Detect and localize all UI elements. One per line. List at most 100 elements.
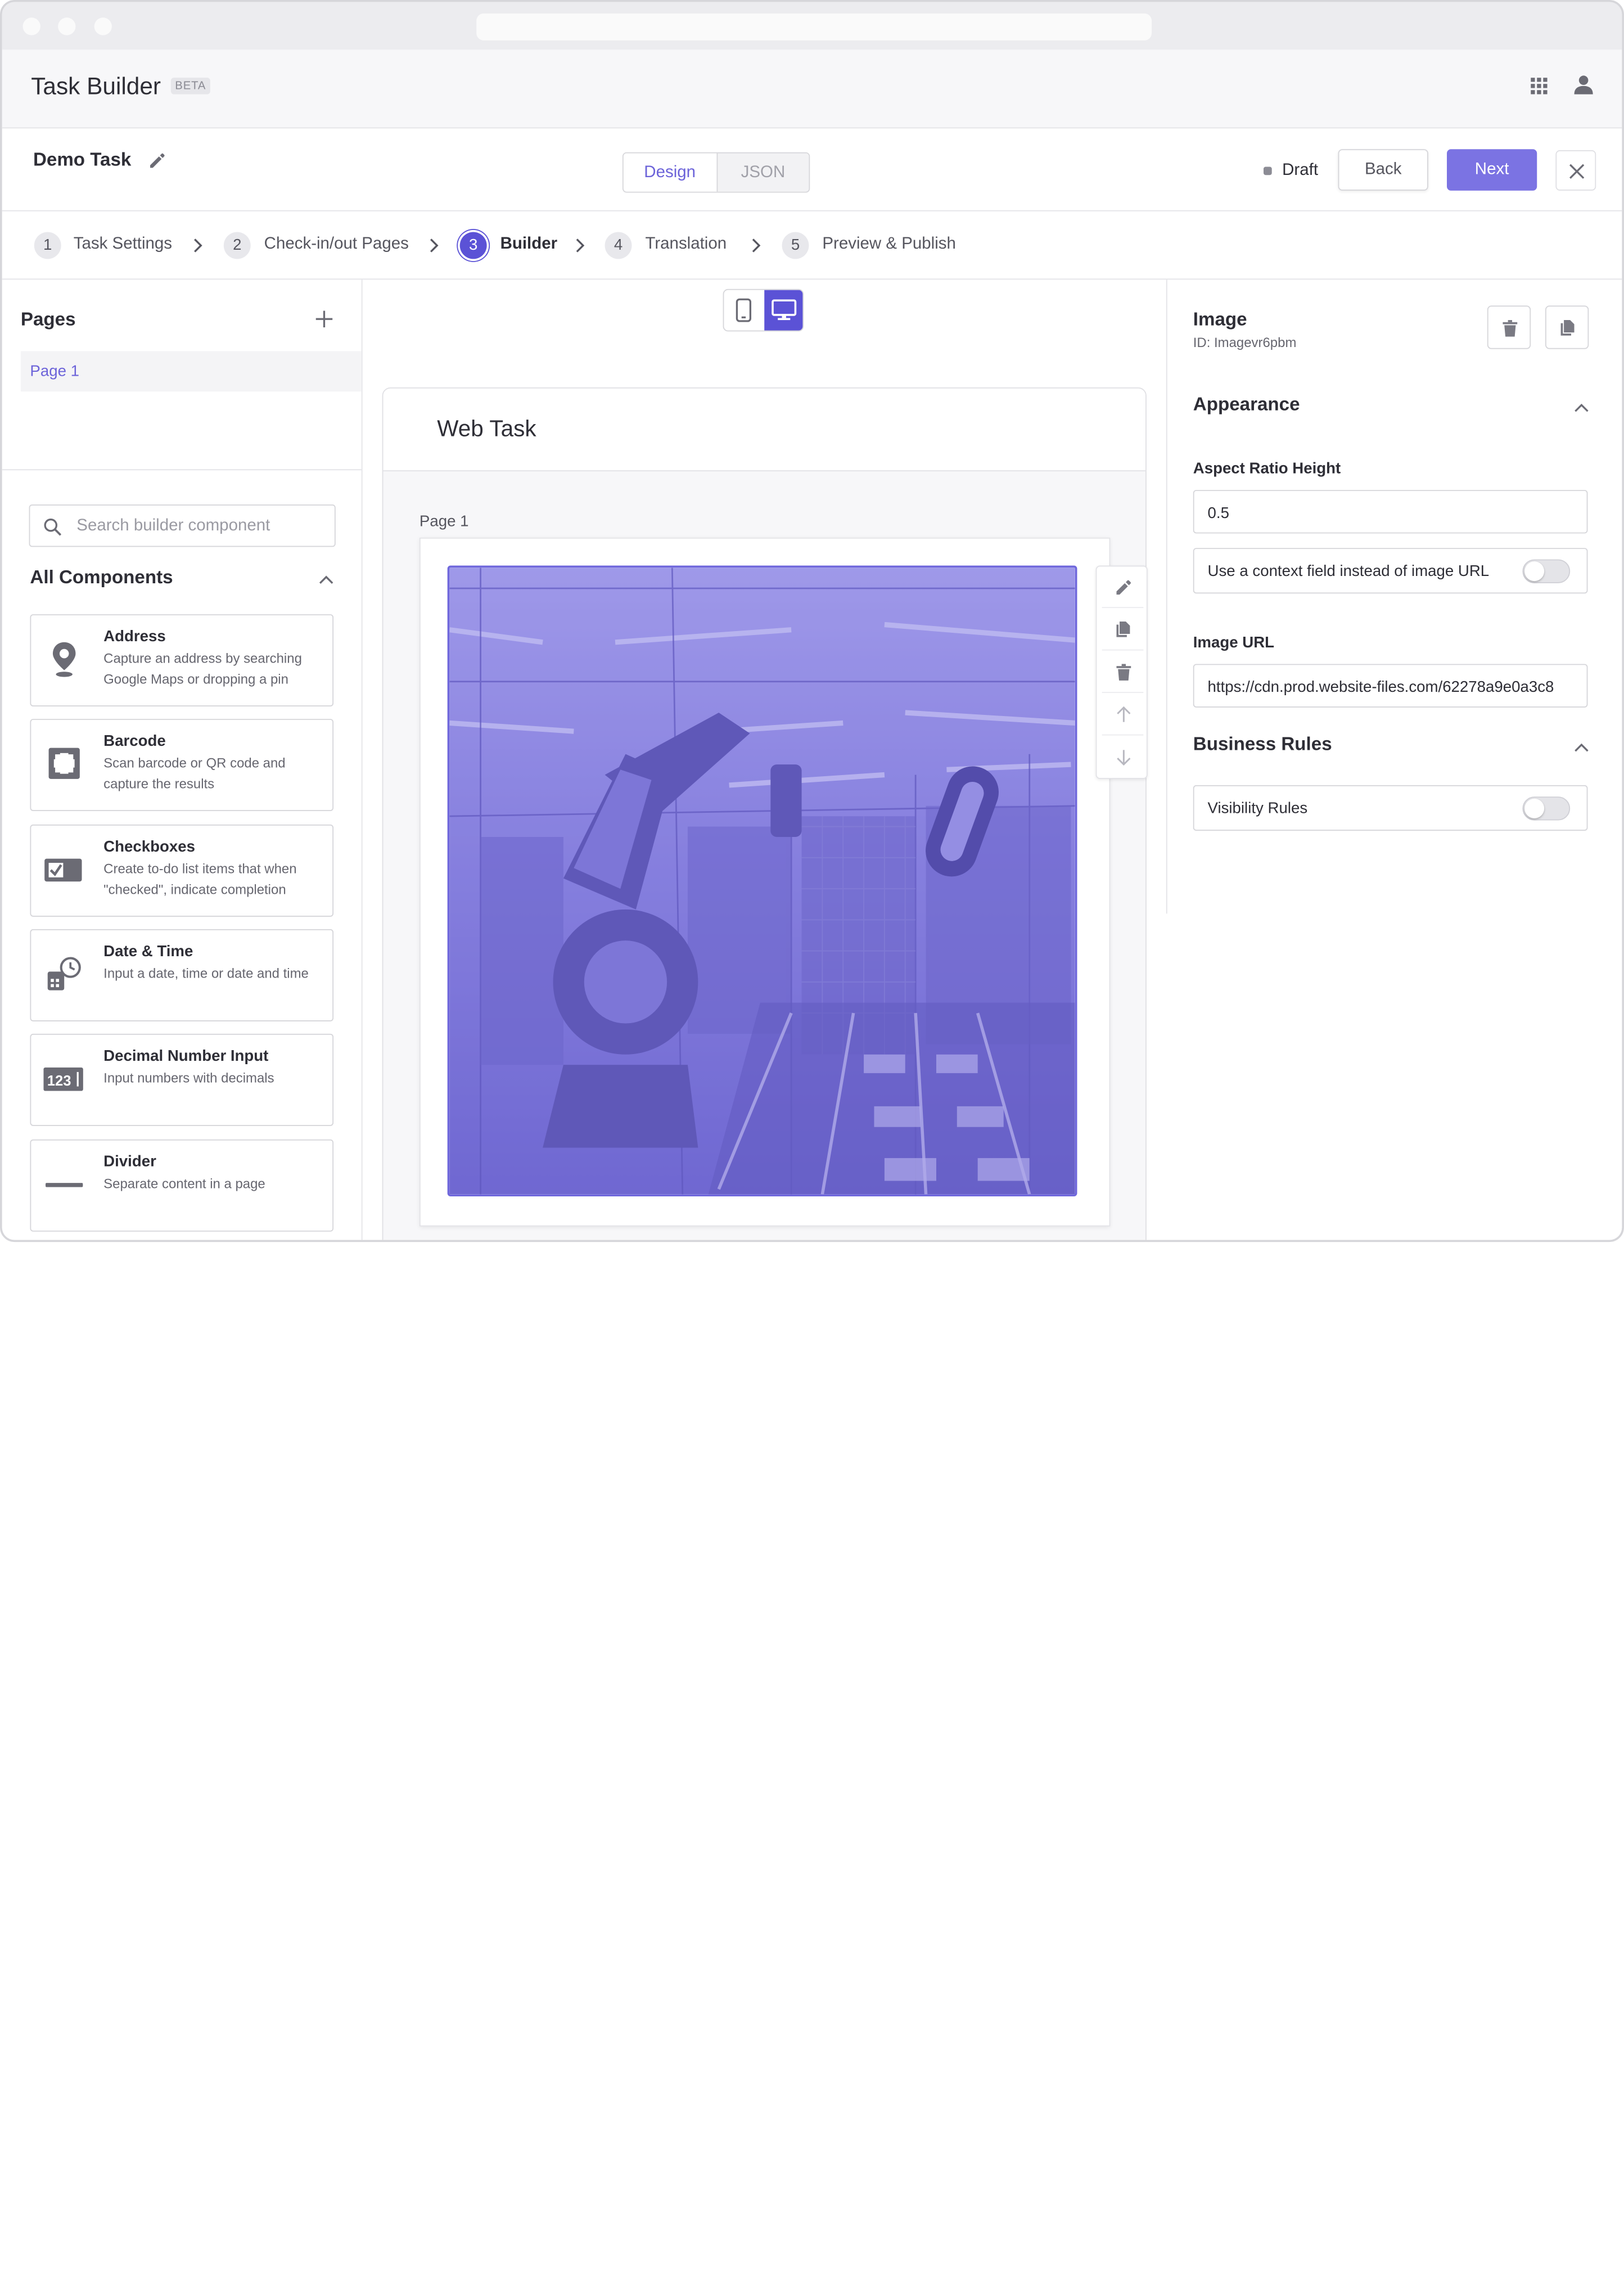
component-search[interactable] (29, 504, 336, 547)
tab-design[interactable]: Design (623, 153, 716, 192)
step-4-number[interactable]: 4 (605, 232, 632, 259)
context-field-toggle[interactable] (1522, 559, 1571, 583)
component-description: Capture an address by searching Google M… (103, 650, 302, 687)
browser-chrome (2, 2, 1622, 50)
edit-name-pencil-icon[interactable] (147, 150, 168, 171)
chevron-up-icon[interactable] (319, 575, 333, 585)
component-card-decimal-number[interactable]: 123 Decimal Number Input Input numbers w… (30, 1033, 334, 1126)
apps-grid-icon[interactable] (1531, 78, 1548, 94)
chevron-up-icon[interactable] (1575, 742, 1589, 753)
chevron-up-icon[interactable] (1575, 403, 1589, 413)
task-preview-title: Web Task (437, 415, 536, 442)
appearance-section-title[interactable]: Appearance (1193, 394, 1300, 416)
window-close-dot[interactable] (22, 17, 40, 35)
user-account-icon[interactable] (1573, 75, 1594, 96)
component-name: Checkboxes (103, 838, 195, 856)
image-component-selected[interactable] (447, 565, 1077, 1197)
move-up-button[interactable] (1102, 694, 1144, 736)
close-button[interactable] (1555, 150, 1596, 191)
next-button[interactable]: Next (1446, 149, 1537, 191)
aspect-ratio-field[interactable] (1193, 490, 1588, 534)
arrow-up-icon (1117, 706, 1131, 722)
calendar-clock-icon (47, 957, 81, 991)
business-rules-section-title[interactable]: Business Rules (1193, 733, 1332, 755)
step-5-number[interactable]: 5 (782, 232, 809, 259)
aspect-ratio-input[interactable] (1207, 501, 1577, 524)
divider (1166, 280, 1167, 914)
image-url-input[interactable] (1207, 675, 1577, 699)
component-name: Address (103, 628, 166, 646)
tab-json[interactable]: JSON (716, 153, 809, 192)
svg-text:123: 123 (47, 1073, 71, 1089)
delete-component-button[interactable] (1102, 651, 1144, 694)
mobile-phone-icon (736, 298, 752, 322)
mobile-view-button[interactable] (724, 290, 764, 331)
step-3-label[interactable]: Builder (500, 235, 558, 254)
page-item-label: Page 1 (30, 362, 79, 380)
address-bar[interactable] (476, 13, 1152, 40)
step-2-number[interactable]: 2 (223, 232, 251, 259)
factory-robot-image (449, 568, 1075, 1195)
desktop-view-button[interactable] (764, 290, 803, 331)
component-description: Scan barcode or QR code and capture the … (103, 755, 286, 791)
properties-panel: Image ID: Imagevr6pbm Appearance Aspect … (1166, 280, 1622, 1240)
step-1-number[interactable]: 1 (34, 232, 61, 259)
visibility-rules-row: Visibility Rules (1193, 785, 1588, 831)
visibility-rules-label: Visibility Rules (1207, 799, 1308, 818)
visibility-rules-toggle[interactable] (1522, 796, 1571, 821)
component-card-checkboxes[interactable]: Checkboxes Create to-do list items that … (30, 824, 334, 917)
search-input[interactable] (76, 515, 326, 538)
image-url-field[interactable] (1193, 664, 1588, 708)
view-mode-toggle: Design JSON (622, 152, 810, 193)
delete-button[interactable] (1487, 305, 1531, 349)
component-title: Image (1193, 308, 1247, 330)
context-field-toggle-label: Use a context field instead of image URL (1207, 562, 1490, 580)
app-header: Task Builder BETA (2, 49, 1622, 129)
add-page-plus-icon[interactable] (315, 310, 333, 328)
status-badge: Draft (1282, 161, 1319, 179)
component-card-address[interactable]: Address Capture an address by searching … (30, 614, 334, 706)
component-description: Create to-do list items that when "check… (103, 861, 297, 897)
duplicate-component-button[interactable] (1102, 609, 1144, 651)
step-5-label[interactable]: Preview & Publish (822, 235, 956, 254)
all-components-title[interactable]: All Components (30, 566, 173, 588)
component-description: Separate content in a page (103, 1176, 265, 1191)
component-name: Divider (103, 1152, 156, 1171)
close-icon (1569, 164, 1585, 179)
copy-icon (1116, 621, 1130, 637)
component-id: ID: Imagevr6pbm (1193, 334, 1297, 350)
move-down-button[interactable] (1102, 736, 1144, 778)
back-button[interactable]: Back (1338, 149, 1428, 191)
component-card-divider[interactable]: Divider Separate content in a page (30, 1139, 334, 1232)
pages-panel: Pages Page 1 All Components Address Capt… (2, 280, 363, 1240)
app-title: Task Builder (31, 72, 161, 100)
chevron-right-icon (576, 238, 585, 253)
task-preview-header: Web Task (383, 388, 1146, 471)
window-minimize-dot[interactable] (58, 17, 76, 35)
page-card (419, 537, 1111, 1227)
checkbox-icon (44, 858, 82, 882)
component-card-barcode[interactable]: Barcode Scan barcode or QR code and capt… (30, 719, 334, 811)
component-name: Date & Time (103, 942, 193, 961)
divider-icon (46, 1183, 83, 1187)
step-3-number[interactable]: 3 (459, 232, 487, 259)
copy-icon (1560, 320, 1575, 336)
pencil-icon (1116, 580, 1131, 595)
step-2-label[interactable]: Check-in/out Pages (264, 235, 409, 254)
device-toggle (723, 289, 804, 332)
pages-title: Pages (20, 308, 76, 330)
step-4-label[interactable]: Translation (645, 235, 727, 254)
progress-stepper: 1 Task Settings 2 Check-in/out Pages 3 B… (2, 211, 1622, 280)
task-toolbar: Demo Task Design JSON Draft Back Next (2, 128, 1622, 211)
edit-component-button[interactable] (1102, 566, 1144, 609)
arrow-down-icon (1117, 750, 1131, 766)
status-dot-icon (1263, 166, 1272, 175)
page-list-item[interactable]: Page 1 (20, 351, 362, 392)
component-card-date-time[interactable]: Date & Time Input a date, time or date a… (30, 929, 334, 1021)
builder-canvas-area: Web Task Page 1 (362, 280, 1166, 1240)
duplicate-button[interactable] (1545, 305, 1589, 349)
task-preview: Web Task Page 1 (382, 387, 1147, 1240)
step-1-label[interactable]: Task Settings (74, 235, 172, 254)
image-url-label: Image URL (1193, 634, 1275, 652)
window-maximize-dot[interactable] (94, 17, 112, 35)
